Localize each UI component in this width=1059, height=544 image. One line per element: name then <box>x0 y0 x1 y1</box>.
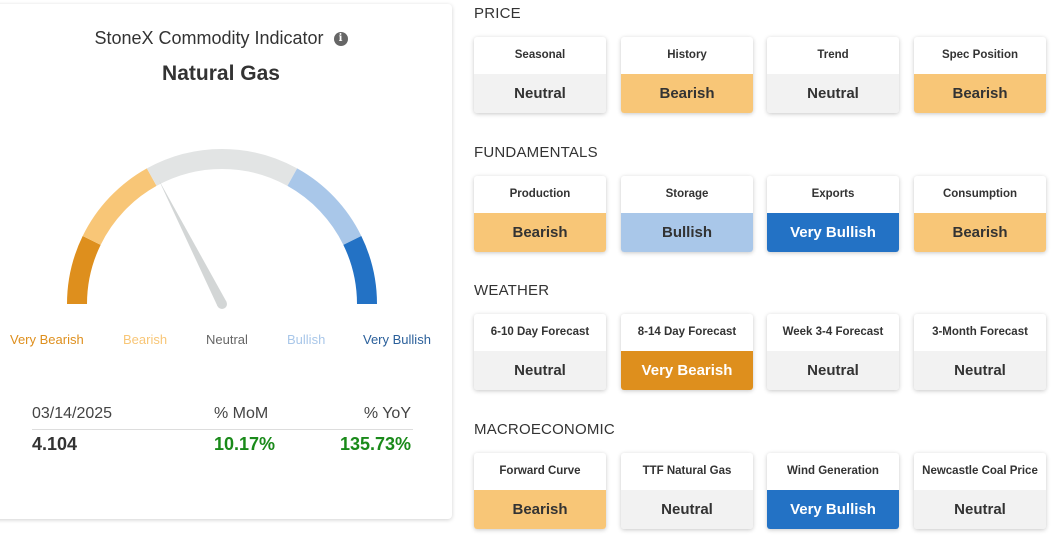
tile-label: Exports <box>811 188 855 201</box>
tile-value: Very Bullish <box>767 490 899 529</box>
tile-value: Bearish <box>474 490 606 529</box>
indicator-tile[interactable]: Exports Very Bullish <box>767 176 899 252</box>
tile-label: 8-14 Day Forecast <box>637 326 737 339</box>
indicator-tile[interactable]: Newcastle Coal Price Neutral <box>914 453 1046 529</box>
section-title-weather: WEATHER <box>474 282 550 299</box>
indicator-tile[interactable]: History Bearish <box>621 37 753 113</box>
stats-mom-value: 10.17% <box>214 434 276 454</box>
section-title-fundamentals: FUNDAMENTALS <box>474 144 598 161</box>
tile-value: Neutral <box>767 351 899 390</box>
gauge-segment-bullish <box>287 168 362 246</box>
tile-label: Forward Curve <box>499 465 581 478</box>
tile-label: TTF Natural Gas <box>642 465 732 478</box>
tile-label: 6-10 Day Forecast <box>490 326 590 339</box>
indicator-tile[interactable]: Week 3-4 Forecast Neutral <box>767 314 899 390</box>
indicator-card: StoneX Commodity Indicator i Natural Gas … <box>0 4 452 519</box>
stats-yoy-value: 135.73% <box>339 434 411 454</box>
tile-value: Neutral <box>474 351 606 390</box>
indicator-tile[interactable]: Storage Bullish <box>621 176 753 252</box>
tile-value: Bullish <box>621 213 753 252</box>
tile-value: Bearish <box>914 74 1046 113</box>
tile-label: History <box>667 49 707 62</box>
gauge-label-bullish: Bullish <box>287 332 326 347</box>
tile-label: Trend <box>817 49 849 62</box>
gauge-label-neutral: Neutral <box>206 332 248 347</box>
price-stats: 03/14/2025 % MoM % YoY 4.104 10.17% 135.… <box>32 402 413 462</box>
tile-label: Wind Generation <box>787 465 879 478</box>
gauge-label-very-bearish: Very Bearish <box>10 332 84 347</box>
sentiment-gauge <box>67 149 377 309</box>
gauge-segment-very-bullish <box>343 236 377 305</box>
stats-values: 4.104 10.17% 135.73% <box>32 430 413 462</box>
indicator-tile[interactable]: Spec Position Bearish <box>914 37 1046 113</box>
gauge-segment-neutral <box>146 149 298 187</box>
tile-value: Very Bullish <box>767 213 899 252</box>
stats-price: 4.104 <box>32 434 78 454</box>
tile-value: Neutral <box>474 74 606 113</box>
gauge-segment-bearish <box>82 168 157 246</box>
tile-value: Neutral <box>914 351 1046 390</box>
tile-value: Neutral <box>914 490 1046 529</box>
gauge-needle <box>158 179 227 307</box>
stats-yoy-label: % YoY <box>363 405 411 422</box>
tile-value: Bearish <box>474 213 606 252</box>
tile-value: Neutral <box>621 490 753 529</box>
section-title-price: PRICE <box>474 5 521 22</box>
gauge-label-bearish: Bearish <box>123 332 168 347</box>
stats-date: 03/14/2025 <box>32 405 113 422</box>
gauge-needle-hub <box>217 299 227 309</box>
tile-value: Very Bearish <box>621 351 753 390</box>
indicator-tile[interactable]: 3-Month Forecast Neutral <box>914 314 1046 390</box>
indicator-tile[interactable]: TTF Natural Gas Neutral <box>621 453 753 529</box>
tile-label: Consumption <box>942 188 1018 201</box>
tile-value: Bearish <box>621 74 753 113</box>
section-title-macroeconomic: MACROECONOMIC <box>474 421 615 438</box>
tile-label: Spec Position <box>941 49 1019 62</box>
indicator-tile[interactable]: Seasonal Neutral <box>474 37 606 113</box>
indicator-tile[interactable]: Production Bearish <box>474 176 606 252</box>
indicator-tile[interactable]: 6-10 Day Forecast Neutral <box>474 314 606 390</box>
tile-label: Production <box>509 188 571 201</box>
stats-mom-label: % MoM <box>214 405 269 422</box>
indicator-tile[interactable]: Consumption Bearish <box>914 176 1046 252</box>
tile-value: Bearish <box>914 213 1046 252</box>
gauge-segment-very-bearish <box>67 236 101 305</box>
tile-label: Newcastle Coal Price <box>922 465 1038 478</box>
indicator-tile[interactable]: Trend Neutral <box>767 37 899 113</box>
tile-label: Seasonal <box>514 49 566 62</box>
tile-label: Week 3-4 Forecast <box>782 326 884 339</box>
indicator-tile[interactable]: Forward Curve Bearish <box>474 453 606 529</box>
tile-label: 3-Month Forecast <box>932 326 1028 339</box>
tile-label: Storage <box>665 188 709 201</box>
indicator-tile[interactable]: 8-14 Day Forecast Very Bearish <box>621 314 753 390</box>
indicator-tile[interactable]: Wind Generation Very Bullish <box>767 453 899 529</box>
stats-header: 03/14/2025 % MoM % YoY <box>32 402 413 430</box>
tile-value: Neutral <box>767 74 899 113</box>
gauge-label-very-bullish: Very Bullish <box>363 332 431 347</box>
